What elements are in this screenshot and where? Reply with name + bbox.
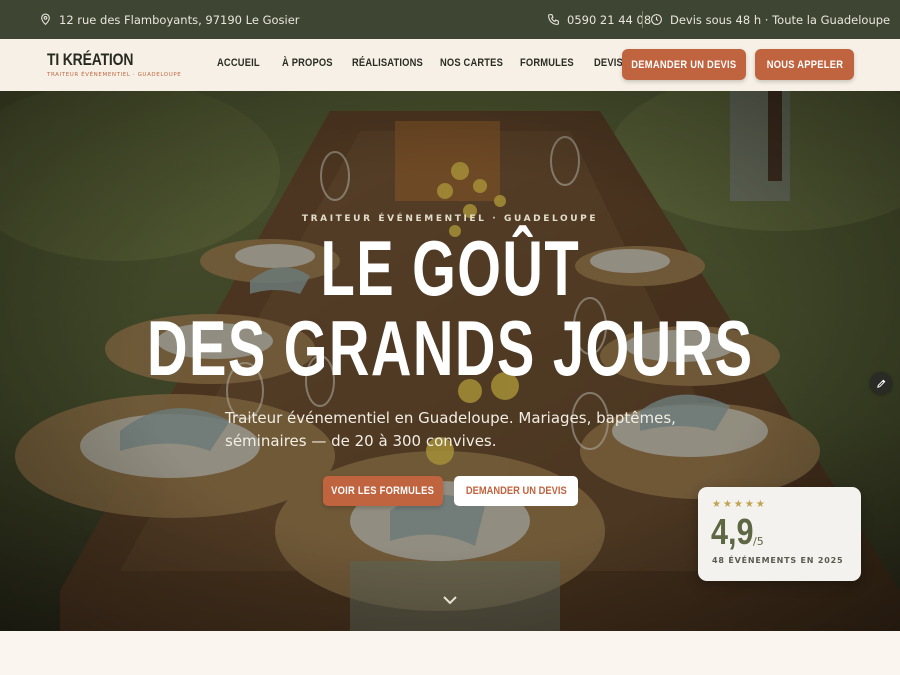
- delay-text: Devis sous 48 h · Toute la Guadeloupe: [670, 12, 891, 27]
- brand-logo[interactable]: TI KRÉATION: [47, 50, 133, 70]
- nav-link-nos-cartes[interactable]: NOS CARTES: [440, 57, 503, 69]
- star-rating-icon: ★★★★★: [712, 499, 767, 510]
- nav-link-accueil[interactable]: ACCUEIL: [217, 57, 260, 69]
- view-formulas-button[interactable]: VOIR LES FORMULES: [323, 476, 443, 506]
- hero-title-line-2: DES GRANDS JOURS: [146, 304, 754, 392]
- address-info: 12 rue des Flamboyants, 97190 Le Gosier: [39, 0, 300, 39]
- rating-max: /5: [753, 535, 764, 548]
- phone-text: 0590 21 44 08: [567, 12, 652, 27]
- delay-info: Devis sous 48 h · Toute la Guadeloupe: [650, 0, 890, 39]
- nav-link-a-propos[interactable]: À PROPOS: [282, 57, 333, 69]
- edit-pencil-button[interactable]: [870, 372, 892, 394]
- request-quote-button[interactable]: DEMANDER UN DEVIS: [622, 49, 746, 80]
- hero-title-line-1: LE GOÛT: [320, 224, 580, 312]
- hero-request-quote-button[interactable]: DEMANDER UN DEVIS: [454, 476, 578, 506]
- rating-caption: 48 ÉVÉNEMENTS EN 2025: [712, 556, 844, 565]
- rating-card: ★★★★★ 4,9 /5 48 ÉVÉNEMENTS EN 2025: [698, 487, 861, 581]
- hero-lead-text: Traiteur événementiel en Guadeloupe. Mar…: [225, 409, 676, 450]
- phone-link[interactable]: 0590 21 44 08: [547, 0, 651, 39]
- rating-score: 4,9: [711, 511, 754, 552]
- nav-link-formules[interactable]: FORMULES: [520, 57, 574, 69]
- address-text: 12 rue des Flamboyants, 97190 Le Gosier: [59, 12, 300, 27]
- top-info-bar: 12 rue des Flamboyants, 97190 Le Gosier …: [0, 0, 900, 39]
- nav-link-realisations[interactable]: RÉALISATIONS: [352, 57, 423, 69]
- hero-eyebrow: TRAITEUR ÉVÉNEMENTIEL · GUADELOUPE: [301, 214, 599, 224]
- topbar-divider: [642, 11, 643, 28]
- nav-link-devis[interactable]: DEVIS: [594, 57, 623, 69]
- clock-icon: [651, 14, 662, 25]
- location-pin-icon: [41, 13, 50, 26]
- chevron-down-icon[interactable]: [441, 594, 459, 606]
- phone-icon: [548, 14, 559, 25]
- brand-tagline: TRAITEUR ÉVÉNEMENTIEL · GUADELOUPE: [47, 72, 182, 78]
- pencil-icon: [876, 379, 885, 388]
- call-us-button[interactable]: NOUS APPELER: [755, 49, 854, 80]
- hero-section: TRAITEUR ÉVÉNEMENTIEL · GUADELOUPE LE GO…: [0, 91, 900, 631]
